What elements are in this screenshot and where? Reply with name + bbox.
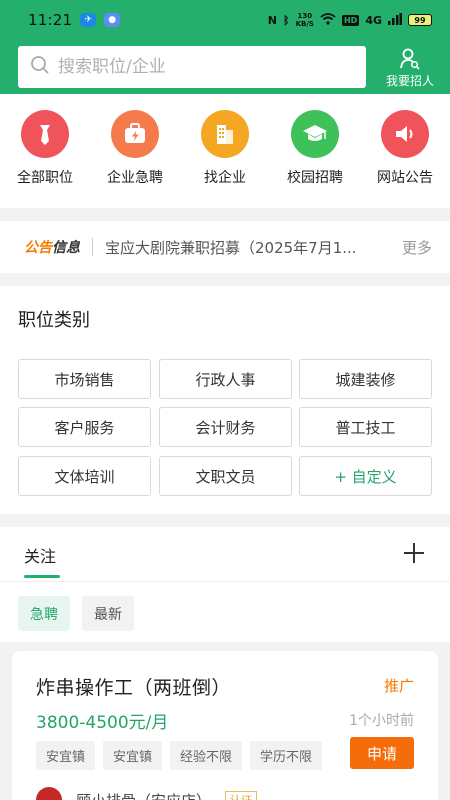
category-button[interactable]: 客户服务 [18, 407, 151, 447]
filter-urgent[interactable]: 急聘 [18, 596, 70, 631]
promo-badge: 推广 [383, 677, 414, 695]
follow-section: 关注 急聘 最新 [0, 527, 450, 642]
status-time: 11:21 [28, 11, 73, 29]
job-tag: 安宜镇 [36, 741, 96, 770]
categories-title: 职位类别 [18, 310, 90, 331]
battery-icon: 99 [408, 14, 432, 26]
bird-app-icon: ✈ [80, 13, 97, 27]
company-name: 顾小排骨（安应店） [76, 790, 211, 800]
speaker-icon [381, 110, 429, 158]
person-search-icon [380, 48, 440, 70]
job-card[interactable]: 炸串操作工（两班倒） 推广 3800-4500元/月 1个小时前 安宜镇 安宜镇… [12, 651, 438, 800]
status-indicators: N ᛒ 130 KB/S HD 4G 99 [268, 12, 432, 28]
notice-tag: 公告信息 [24, 240, 80, 256]
chat-app-icon: ● [104, 13, 121, 27]
plus-icon [404, 543, 424, 563]
job-tag: 安宜镇 [103, 741, 163, 770]
custom-category-button[interactable]: + 自定义 [299, 456, 432, 496]
signal-label: 4G [365, 13, 382, 27]
quick-urgent-hiring[interactable]: 企业急聘 [90, 110, 180, 187]
category-button[interactable]: 城建装修 [299, 359, 432, 399]
quick-all-jobs[interactable]: 全部职位 [0, 110, 90, 187]
apply-button[interactable]: 申请 [350, 737, 414, 769]
tie-icon [21, 110, 69, 158]
job-posted-time: 1个小时前 [349, 713, 414, 729]
quick-campus-hiring[interactable]: 校园招聘 [270, 110, 360, 187]
verified-badge: 认证 [225, 791, 258, 800]
company-row[interactable]: 顾小排骨（安应店） 认证 [36, 787, 258, 800]
add-follow-button[interactable] [402, 541, 426, 565]
notice-bar[interactable]: 公告信息 宝应大剧院兼职招募（2025年7月1... 更多 [0, 221, 450, 273]
divider [0, 581, 450, 582]
notice-more-link[interactable]: 更多 [402, 237, 432, 258]
search-bar[interactable] [18, 46, 366, 88]
category-button[interactable]: 普工技工 [299, 407, 432, 447]
notice-text[interactable]: 宝应大剧院兼职招募（2025年7月1... [105, 237, 383, 258]
filter-latest[interactable]: 最新 [82, 596, 134, 631]
briefcase-lightning-icon [111, 110, 159, 158]
graduation-cap-icon [291, 110, 339, 158]
status-bar: 11:21 ✈ ● N ᛒ 130 KB/S HD 4G 99 [0, 0, 450, 40]
bluetooth-icon: ᛒ [283, 13, 290, 27]
post-job-button[interactable]: 我要招人 [380, 46, 440, 90]
tab-follow[interactable]: 关注 [24, 543, 56, 567]
quick-find-company[interactable]: 找企业 [180, 110, 270, 187]
post-job-label: 我要招人 [385, 74, 434, 88]
job-tag: 学历不限 [250, 741, 323, 770]
quick-site-notice[interactable]: 网站公告 [360, 110, 450, 187]
category-button[interactable]: 文体培训 [18, 456, 151, 496]
tab-active-indicator [24, 575, 60, 578]
hd-badge: HD [341, 14, 360, 26]
wifi-icon [320, 12, 336, 28]
notice-divider [92, 238, 93, 256]
job-salary: 3800-4500元/月 [36, 713, 169, 733]
quick-menu: 全部职位 企业急聘 找企业 校园招聘 网站公告 [0, 94, 450, 208]
job-categories: 职位类别 市场销售 行政人事 城建装修 客户服务 会计财务 普工技工 文体培训 … [0, 286, 450, 514]
category-button[interactable]: 市场销售 [18, 359, 151, 399]
job-tags: 安宜镇 安宜镇 经验不限 学历不限 [36, 741, 323, 770]
nfc-icon: N [267, 13, 277, 27]
building-icon [201, 110, 249, 158]
search-icon [30, 55, 50, 79]
signal-icon [388, 12, 402, 28]
company-logo [36, 787, 62, 800]
network-speed: 130 KB/S [295, 12, 314, 28]
category-button[interactable]: 文职文员 [159, 456, 292, 496]
category-button[interactable]: 行政人事 [159, 359, 292, 399]
job-tag: 经验不限 [170, 741, 243, 770]
search-input[interactable] [58, 57, 348, 77]
category-button[interactable]: 会计财务 [159, 407, 292, 447]
job-title: 炸串操作工（两班倒） [36, 677, 232, 699]
top-header: 我要招人 [0, 40, 450, 94]
